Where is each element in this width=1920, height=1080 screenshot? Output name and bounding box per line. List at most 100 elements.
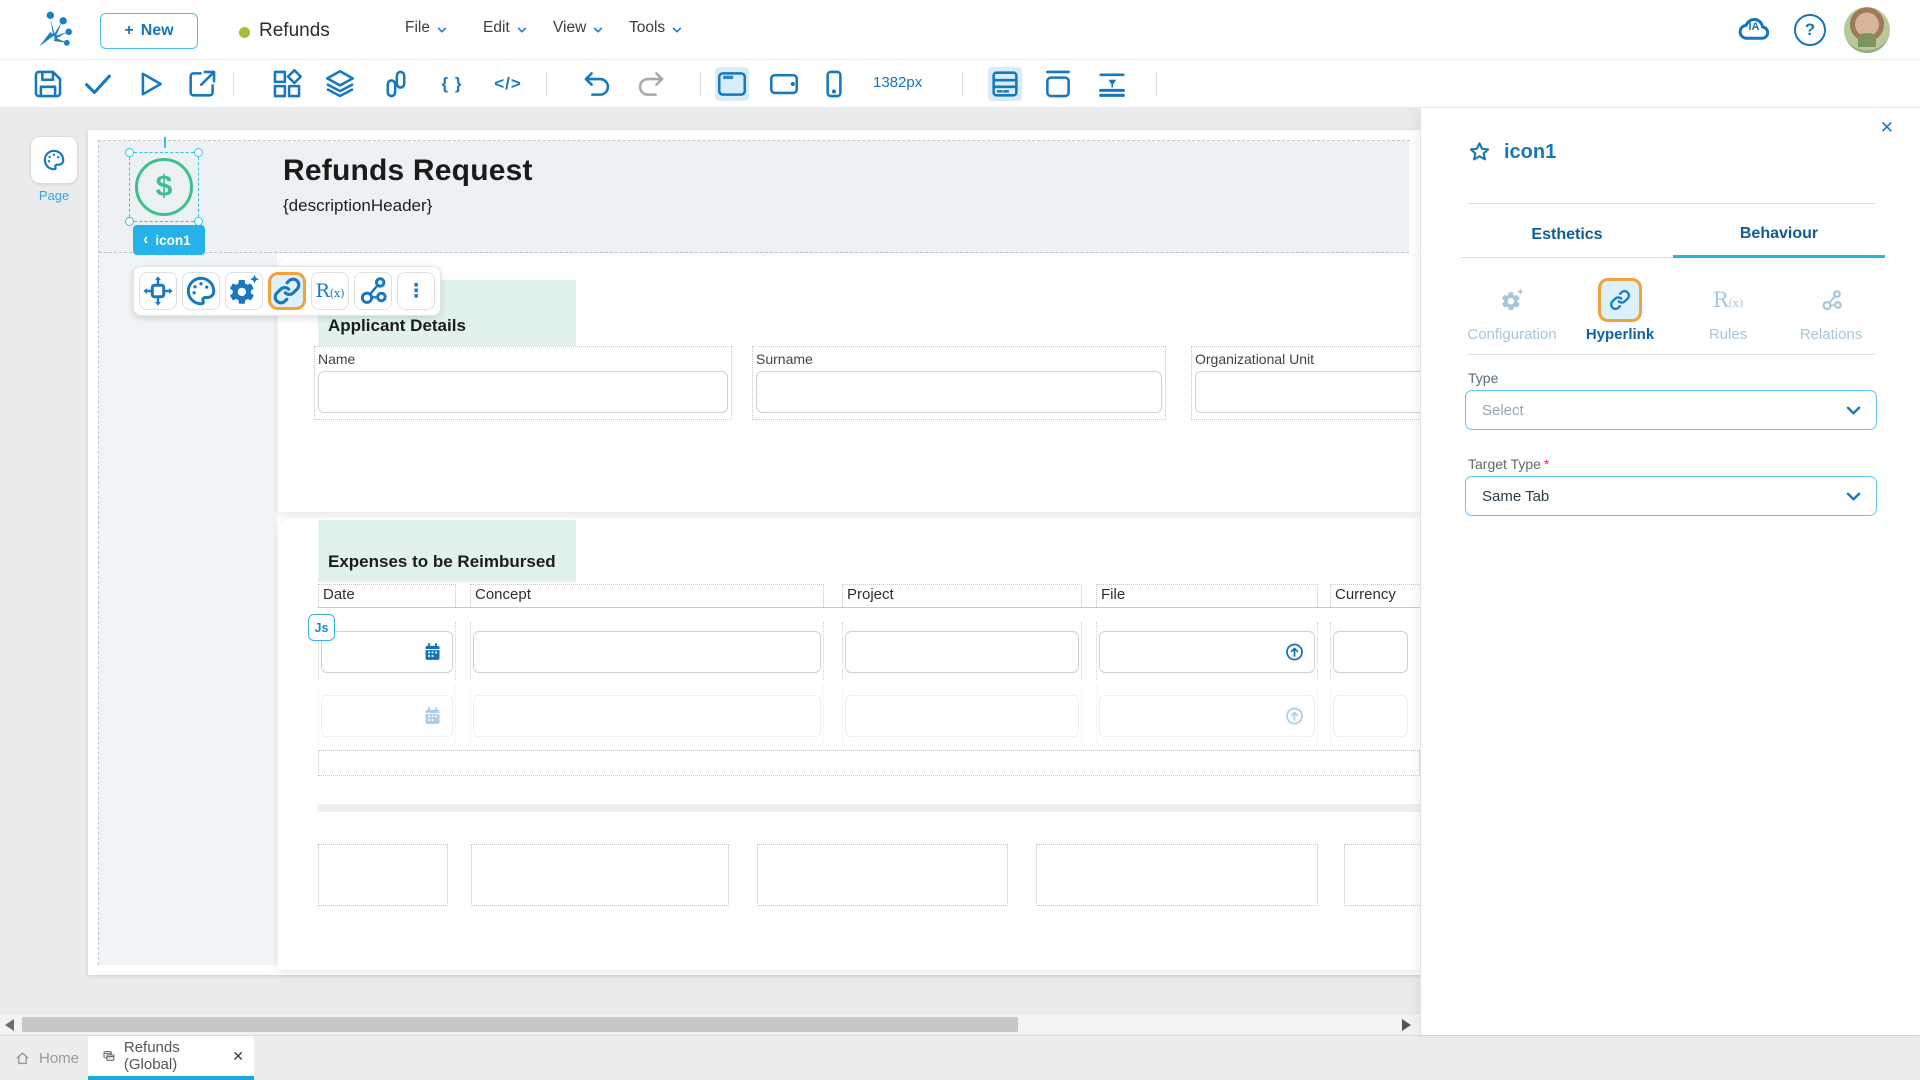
field-orgunit-label: Organizational Unit (1195, 351, 1315, 367)
scrollbar-thumb[interactable] (22, 1017, 1018, 1032)
section-title-block[interactable]: Expenses to be Reimbursed (318, 520, 576, 582)
form-title[interactable]: Refunds Request (283, 154, 533, 188)
menu-view[interactable]: View (553, 19, 604, 37)
file-input[interactable] (1099, 695, 1315, 737)
date-input[interactable] (321, 631, 453, 673)
configuration-button[interactable] (225, 272, 263, 310)
rules-button[interactable]: R(x) (311, 272, 349, 310)
applicant-details-card: Applicant Details Name Surname Organizat… (278, 256, 1420, 512)
project-input[interactable] (845, 631, 1079, 673)
menu-file[interactable]: File (405, 19, 448, 37)
flows-button[interactable] (379, 67, 413, 101)
column-header-date[interactable]: Date (318, 584, 456, 607)
concept-input[interactable] (473, 695, 821, 737)
footer-cell-dropzone[interactable] (1344, 844, 1420, 906)
column-header-project[interactable]: Project (842, 584, 1082, 607)
currency-input[interactable] (1333, 631, 1408, 673)
footer-cell-dropzone[interactable] (318, 844, 448, 906)
file-input[interactable] (1099, 631, 1315, 673)
close-tab-icon[interactable]: ✕ (232, 1048, 244, 1065)
type-select[interactable]: Select (1465, 390, 1877, 430)
column-header-file[interactable]: File (1096, 584, 1318, 607)
home-icon (14, 1050, 31, 1067)
palette-icon (41, 147, 67, 173)
components-button[interactable] (270, 67, 304, 101)
horizontal-scrollbar[interactable] (0, 1013, 1420, 1035)
name-input[interactable] (318, 371, 728, 413)
subtab-configuration[interactable]: Configuration (1457, 276, 1567, 343)
tablet-viewport-button[interactable] (767, 67, 801, 101)
empty-row-dropzone[interactable] (318, 750, 1420, 776)
currency-input[interactable] (1333, 695, 1408, 737)
subtab-relations[interactable]: Relations (1776, 276, 1886, 343)
scroll-right-arrow[interactable] (1402, 1019, 1411, 1031)
chevron-down-icon (436, 23, 448, 35)
hyperlink-button[interactable] (268, 272, 306, 310)
sections-filter-button[interactable] (1095, 67, 1129, 101)
source-code-button[interactable]: </> (491, 67, 525, 101)
link-icon (1608, 288, 1632, 312)
user-avatar[interactable] (1844, 7, 1890, 53)
desktop-viewport-button[interactable] (715, 67, 749, 101)
upload-icon[interactable] (1284, 642, 1305, 663)
subtab-rules[interactable]: R(x) Rules (1673, 276, 1783, 343)
concept-input[interactable] (473, 631, 821, 673)
phone-viewport-button[interactable] (817, 67, 851, 101)
menu-tools[interactable]: Tools (629, 19, 683, 37)
new-button[interactable]: + New (100, 13, 198, 49)
footer-cell-dropzone[interactable] (471, 844, 729, 906)
selected-widget-icon1[interactable]: $ (125, 137, 203, 226)
ai-assistant-icon[interactable]: IA (1732, 12, 1776, 48)
field-name[interactable]: Name (314, 346, 732, 420)
date-input[interactable] (321, 695, 453, 737)
move-widget-button[interactable] (139, 272, 177, 310)
column-header-concept[interactable]: Concept (470, 584, 824, 607)
redo-button[interactable] (633, 67, 667, 101)
calendar-icon[interactable] (422, 642, 443, 663)
help-icon[interactable]: ? (1794, 14, 1826, 46)
data-panel-button[interactable] (988, 67, 1022, 101)
field-organizational-unit[interactable]: Organizational Unit (1191, 346, 1420, 420)
more-options-button[interactable]: ⋮ (397, 272, 435, 310)
column-header-currency[interactable]: Currency (1330, 584, 1420, 607)
scroll-left-arrow[interactable] (5, 1019, 14, 1031)
divider-bar (318, 804, 1420, 812)
editor-toolbar: { } </> 1382px (0, 60, 1920, 108)
publish-button[interactable] (185, 67, 219, 101)
subtab-hyperlink[interactable]: Hyperlink (1565, 276, 1675, 343)
esthetics-button[interactable] (182, 272, 220, 310)
tab-home[interactable]: Home (14, 1036, 79, 1080)
layers-button[interactable] (323, 67, 357, 101)
field-surname[interactable]: Surname (752, 346, 1166, 420)
selected-widget-chip[interactable]: ‹ icon1 (133, 225, 205, 255)
field-surname-label: Surname (756, 351, 813, 367)
preview-button[interactable] (133, 67, 167, 101)
footer-cell-dropzone[interactable] (1036, 844, 1318, 906)
molecule-icon (1818, 287, 1845, 314)
relations-button[interactable] (354, 272, 392, 310)
save-button[interactable] (31, 67, 65, 101)
tab-behaviour[interactable]: Behaviour (1673, 212, 1885, 258)
orgunit-input[interactable] (1195, 371, 1420, 413)
tab-refunds-global[interactable]: Refunds (Global) ✕ (88, 1036, 254, 1080)
validate-button[interactable] (81, 67, 115, 101)
viewport-width-value[interactable]: 1382px (873, 74, 922, 91)
footer-cell-dropzone[interactable] (757, 844, 1008, 906)
variables-button[interactable]: { } (435, 67, 469, 101)
favorite-star-icon[interactable] (1467, 140, 1492, 165)
surname-input[interactable] (756, 371, 1162, 413)
close-icon[interactable]: ✕ (1880, 118, 1894, 138)
menu-edit[interactable]: Edit (483, 19, 528, 37)
question-mark: ? (1804, 20, 1816, 39)
section1-title: Applicant Details (328, 316, 466, 335)
tab-esthetics[interactable]: Esthetics (1461, 212, 1673, 258)
target-type-select[interactable]: Same Tab (1465, 476, 1877, 516)
frame-panel-button[interactable] (1041, 67, 1075, 101)
app-logo-icon[interactable] (28, 8, 80, 52)
undo-button[interactable] (581, 67, 615, 101)
page-style-button[interactable] (30, 136, 78, 184)
form-subtitle[interactable]: {descriptionHeader} (283, 196, 432, 216)
project-input[interactable] (845, 695, 1079, 737)
js-code-badge[interactable]: Js (308, 614, 335, 641)
subtab-configuration-label: Configuration (1467, 326, 1557, 343)
